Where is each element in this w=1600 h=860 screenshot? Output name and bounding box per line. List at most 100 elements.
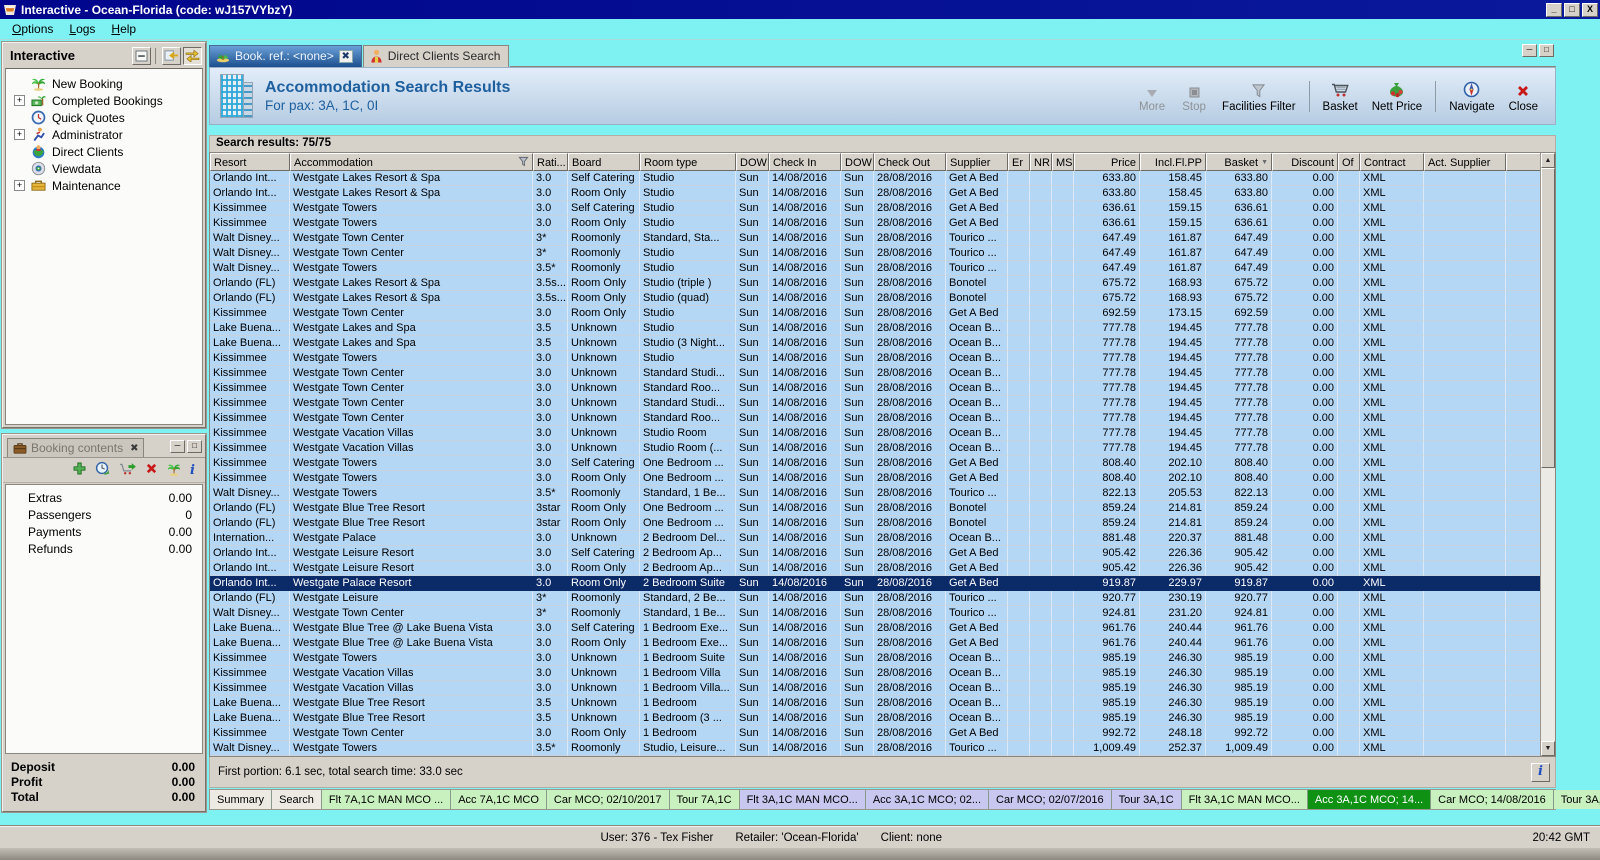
sidebar-item-quick-quotes[interactable]: Quick Quotes [6, 109, 202, 126]
session-tab-car-mco-02-10-2017[interactable]: Car MCO; 02/10/2017 [546, 790, 670, 809]
column-header-incl-fl-pp[interactable]: Incl.Fl.PP [1140, 153, 1206, 171]
table-row[interactable]: Lake Buena... Westgate Lakes and Spa 3.5 Un… [210, 336, 1555, 351]
booking-item-refunds[interactable]: Refunds 0.00 [6, 540, 202, 557]
sidebar-item-direct-clients[interactable]: Direct Clients [6, 143, 202, 160]
session-tab-car-mco-02-07-2016[interactable]: Car MCO; 02/07/2016 [989, 790, 1112, 809]
table-row[interactable]: Lake Buena... Westgate Blue Tree @ Lake B… [210, 621, 1555, 636]
session-tab-flt-3a-1c-man-mco[interactable]: Flt 3A,1C MAN MCO... [1181, 790, 1308, 809]
filter-funnel-icon[interactable] [518, 156, 529, 170]
session-tab-tour-3a-1c[interactable]: Tour 3A,1C [1553, 790, 1600, 809]
refresh-button[interactable] [95, 461, 110, 479]
table-row[interactable]: Lake Buena... Westgate Blue Tree Resort 3.… [210, 711, 1555, 726]
add-button[interactable] [73, 462, 86, 478]
tab-direct-clients-search[interactable]: Direct Clients Search [362, 45, 510, 67]
column-header-accommodation[interactable]: Accommodation [290, 153, 533, 171]
table-row[interactable]: Kissimmee Westgate Town Center 3.0 Room Onl… [210, 726, 1555, 741]
table-row[interactable]: Walt Disney... Westgate Town Center 3* Room… [210, 606, 1555, 621]
menu-options[interactable]: Options [4, 20, 61, 38]
table-row[interactable]: Orlando Int... Westgate Leisure Resort 3.0… [210, 546, 1555, 561]
tab-close-icon[interactable]: ✖ [338, 49, 353, 63]
table-row[interactable]: Walt Disney... Westgate Towers 3.5* Roomonl… [210, 486, 1555, 501]
session-tab-search[interactable]: Search [272, 790, 322, 809]
table-row[interactable]: Kissimmee Westgate Vacation Villas 3.0 Unkn… [210, 441, 1555, 456]
session-tab-acc-3a-1c-mco-14[interactable]: Acc 3A,1C MCO; 14... [1307, 790, 1432, 809]
table-row[interactable]: Kissimmee Westgate Towers 3.0 Room Only Stud… [210, 216, 1555, 231]
session-tab-acc-3a-1c-mco-02[interactable]: Acc 3A,1C MCO; 02... [865, 790, 990, 809]
column-header-dow[interactable]: DOW [841, 153, 874, 171]
expand-icon[interactable]: + [14, 129, 25, 140]
expand-icon[interactable]: + [14, 180, 25, 191]
table-row[interactable]: Lake Buena... Westgate Lakes and Spa 3.5 Un… [210, 321, 1555, 336]
table-row[interactable]: Kissimmee Westgate Town Center 3.0 Unknown S… [210, 411, 1555, 426]
move-to-basket-button[interactable] [119, 462, 136, 479]
table-row[interactable]: Internation... Westgate Palace 3.0 Unknown 2… [210, 531, 1555, 546]
booking-item-passengers[interactable]: Passengers 0 [6, 506, 202, 523]
sidebar-item-maintenance[interactable]: + Maintenance [6, 177, 202, 194]
table-row[interactable]: Walt Disney... Westgate Towers 3.5* Roomonl… [210, 261, 1555, 276]
booking-item-payments[interactable]: Payments 0.00 [6, 523, 202, 540]
workspace-maximize-button[interactable]: □ [1539, 44, 1554, 57]
table-row[interactable]: Kissimmee Westgate Town Center 3.0 Unknown S… [210, 366, 1555, 381]
column-header-ms[interactable]: MS [1052, 153, 1074, 171]
table-row[interactable]: Orlando (FL) Westgate Lakes Resort & Spa 3… [210, 276, 1555, 291]
panel-minimize-button[interactable]: ─ [170, 440, 185, 453]
table-row[interactable]: Walt Disney... Westgate Town Center 3* Room… [210, 246, 1555, 261]
session-tab-flt-3a-1c-man-mco[interactable]: Flt 3A,1C MAN MCO... [739, 790, 866, 809]
table-row[interactable]: Walt Disney... Westgate Towers 3.5* Roomonl… [210, 741, 1555, 756]
table-row[interactable]: Kissimmee Westgate Towers 3.0 Room Only One … [210, 471, 1555, 486]
column-header-price[interactable]: Price [1074, 153, 1140, 171]
nett-price-button[interactable]: Nett Price [1365, 77, 1430, 116]
facilities-filter-button[interactable]: Facilities Filter [1215, 77, 1302, 116]
session-tab-tour-3a-1c[interactable]: Tour 3A,1C [1111, 790, 1182, 809]
swap-view-button[interactable] [183, 46, 202, 65]
session-tab-car-mco-14-08-2016[interactable]: Car MCO; 14/08/2016 [1431, 790, 1554, 809]
table-row[interactable]: Kissimmee Westgate Town Center 3.0 Room Onl… [210, 306, 1555, 321]
booking-item-extras[interactable]: Extras 0.00 [6, 489, 202, 506]
close-window-button[interactable]: X [1582, 2, 1598, 17]
nav-back-button[interactable] [162, 46, 181, 65]
table-row[interactable]: Walt Disney... Westgate Town Center 3* Room… [210, 231, 1555, 246]
table-row[interactable]: Kissimmee Westgate Vacation Villas 3.0 Unkn… [210, 681, 1555, 696]
session-tab-flt-7a-1c-man-mco[interactable]: Flt 7A,1C MAN MCO ... [321, 790, 452, 809]
sidebar-item-completed-bookings[interactable]: + Completed Bookings [6, 92, 202, 109]
table-row[interactable]: Orlando (FL) Westgate Blue Tree Resort 3st… [210, 516, 1555, 531]
sidebar-item-administrator[interactable]: + Administrator [6, 126, 202, 143]
delete-button[interactable] [145, 462, 158, 478]
table-row[interactable]: Kissimmee Westgate Towers 3.0 Unknown 1 Bedr… [210, 651, 1555, 666]
info-button[interactable]: i [1531, 762, 1550, 782]
tab-book-ref-none[interactable]: Book. ref.: <none> ✖ [209, 45, 362, 67]
booking-tab-close-icon[interactable]: ✖ [130, 443, 138, 454]
column-header-board[interactable]: Board [568, 153, 640, 171]
column-header-er[interactable]: Er [1008, 153, 1030, 171]
collapse-all-button[interactable] [132, 46, 151, 65]
table-row[interactable]: Kissimmee Westgate Vacation Villas 3.0 Unkn… [210, 666, 1555, 681]
table-row[interactable]: Kissimmee Westgate Vacation Villas 3.0 Unkn… [210, 426, 1555, 441]
table-row[interactable]: Lake Buena... Westgate Blue Tree Resort 3.… [210, 696, 1555, 711]
column-header-contract[interactable]: Contract [1360, 153, 1424, 171]
session-tab-acc-7a-1c-mco[interactable]: Acc 7A,1C MCO [451, 790, 547, 809]
scrollbar-thumb[interactable] [1541, 168, 1555, 468]
table-row[interactable]: Orlando (FL) Westgate Blue Tree Resort 3st… [210, 501, 1555, 516]
column-header-nr[interactable]: NR [1030, 153, 1052, 171]
table-row[interactable]: Orlando Int... Westgate Leisure Resort 3.0… [210, 561, 1555, 576]
column-header-of[interactable]: Of [1338, 153, 1360, 171]
column-header-discount[interactable]: Discount [1272, 153, 1338, 171]
table-row[interactable]: Orlando (FL) Westgate Lakes Resort & Spa 3… [210, 291, 1555, 306]
expand-icon[interactable]: + [14, 95, 25, 106]
column-header-resort[interactable]: Resort [210, 153, 290, 171]
table-row[interactable]: Orlando (FL) Westgate Leisure 3* Roomonly St… [210, 591, 1555, 606]
scroll-down-icon[interactable]: ▼ [1541, 741, 1555, 756]
sidebar-item-viewdata[interactable]: Viewdata [6, 160, 202, 177]
session-tab-tour-7a-1c[interactable]: Tour 7A,1C [669, 790, 740, 809]
table-row[interactable]: Kissimmee Westgate Town Center 3.0 Unknown S… [210, 381, 1555, 396]
close-button[interactable]: Close [1502, 77, 1545, 116]
menu-logs[interactable]: Logs [61, 20, 103, 38]
vertical-scrollbar[interactable]: ▲ ▼ [1540, 153, 1555, 756]
table-row[interactable]: Kissimmee Westgate Towers 3.0 Self Catering… [210, 456, 1555, 471]
column-header-room-type[interactable]: Room type [640, 153, 736, 171]
column-header-supplier[interactable]: Supplier [946, 153, 1008, 171]
table-row[interactable]: Orlando Int... Westgate Palace Resort 3.0 R… [210, 576, 1555, 591]
session-tab-summary[interactable]: Summary [210, 790, 273, 809]
basket-button[interactable]: Basket [1316, 77, 1365, 116]
table-row[interactable]: Kissimmee Westgate Towers 3.0 Unknown Studio… [210, 351, 1555, 366]
